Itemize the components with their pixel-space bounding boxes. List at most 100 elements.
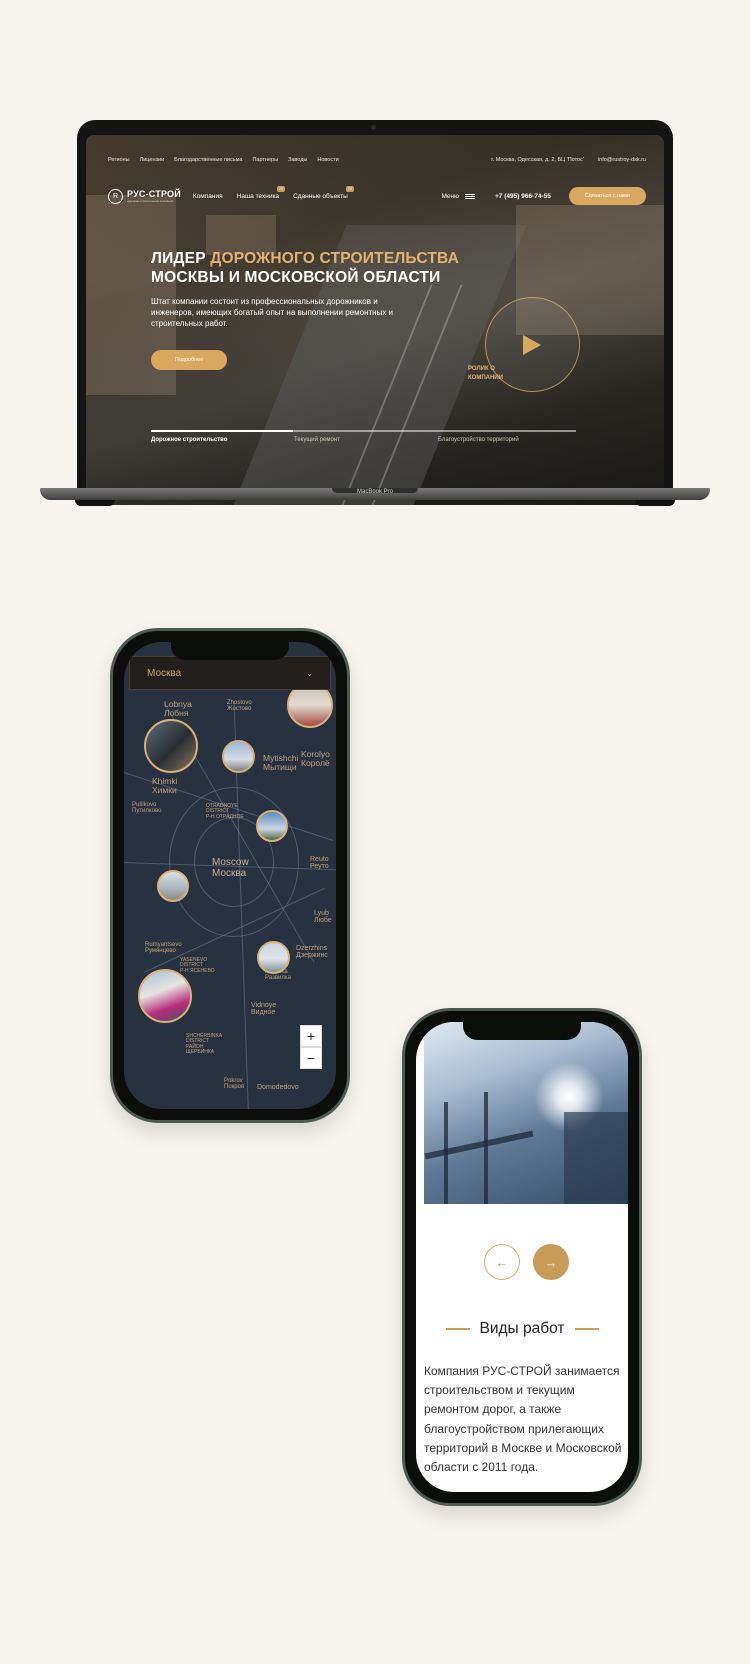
hero-title-white: ЛИДЕР: [151, 250, 211, 267]
map-label-otradnoye: OTRADNOYE DISTRICT Р-Н ОТРАДНОЕ: [206, 803, 244, 820]
section-heading: Виды работ: [416, 1320, 628, 1338]
map-label-khimki: Khimki Химки: [152, 777, 178, 795]
tab-road-construction[interactable]: Дорожное строительство: [151, 437, 227, 443]
map-label-text: Zhostovo Жостово: [227, 700, 252, 713]
map-label-mytishchi: Mytishchi Мытищи: [263, 754, 298, 772]
count-badge: 20: [277, 185, 286, 192]
map-label-text: YASENEVO DISTRICT Р-Н ЯСЕНЕВО: [180, 957, 215, 974]
map-label-text: Mytishchi Мытищи: [263, 753, 299, 772]
top-nav-link[interactable]: Благодарственные письма: [174, 157, 242, 163]
phone-mockup-map: Москва ⌄ Lobnya Лобня Zhostovo Жостово M…: [110, 628, 350, 1123]
map-label-text: Domodedovo: [257, 1084, 299, 1091]
email-link[interactable]: info@rustroy-dsk.ru: [598, 157, 646, 163]
glass-frame: [484, 1092, 488, 1204]
hero-text: Штат компании состоит из профессиональны…: [151, 297, 394, 328]
map-label-text: Reuto Реуто: [310, 856, 329, 871]
map-label-zhostovo: Zhostovo Жостово: [227, 700, 252, 713]
more-button[interactable]: Подробнее: [151, 350, 227, 370]
tab-indicator: [151, 430, 293, 432]
section-text: Компания РУС-СТРОЙ занимается строительс…: [424, 1364, 622, 1474]
map-label-text: Dzerzhins Дзержинс: [296, 945, 328, 960]
video-label[interactable]: РОЛИК О КОМПАНИИ: [468, 365, 518, 382]
map-screen: Москва ⌄ Lobnya Лобня Zhostovo Жостово M…: [124, 642, 336, 1109]
play-icon[interactable]: [523, 335, 541, 355]
phone-mockup-content: ← → Виды работ Компания РУС-СТРОЙ занима…: [402, 1008, 642, 1506]
slider-next-button[interactable]: →: [533, 1244, 569, 1280]
top-nav-link[interactable]: Регионы: [108, 157, 130, 163]
map-label-text: SHCHERBINKA DISTRICT РАЙОН ЩЕРБИНКА: [186, 1033, 223, 1055]
map-label-lyubertsy: Lyub Любе: [314, 910, 332, 925]
main-nav: R РУС-СТРОЙ дорожно-строительная компани…: [108, 185, 646, 207]
glass-frame: [444, 1102, 448, 1204]
logo[interactable]: R РУС-СТРОЙ дорожно-строительная компани…: [108, 188, 181, 204]
slider-image-skyscraper: [424, 1022, 628, 1204]
nav-company[interactable]: Компания: [193, 193, 223, 200]
map-label-moscow: Moscow Москва: [212, 857, 249, 879]
zoom-out-button[interactable]: −: [300, 1047, 322, 1069]
map-label-rumyantsevo: Rumyantsevo Румянцево: [145, 942, 182, 955]
nav-label: Сданные объекты: [293, 192, 348, 200]
laptop-camera: [371, 125, 376, 130]
phone-notch: [171, 642, 289, 660]
nav-label: Наша техника: [236, 192, 280, 200]
tab-indicator: [293, 430, 436, 432]
hero-title-line2: МОСКВЫ И МОСКОВСКОЙ ОБЛАСТИ: [151, 269, 441, 287]
map-label-text: Lobnya Лобня: [164, 699, 192, 718]
map-label-text: Moscow Москва: [212, 857, 249, 879]
slider-prev-button[interactable]: ←: [484, 1244, 520, 1280]
laptop-mockup: Регионы Лицензии Благодарственные письма…: [77, 120, 673, 505]
heading-decoration: [445, 1328, 470, 1330]
map-photo-pin[interactable]: [144, 719, 198, 773]
map-label-vidnoye: Vidnoye Видное: [251, 1002, 276, 1017]
map-label-putilkovo: Putilkovo Путилково: [132, 802, 161, 815]
menu-label[interactable]: Меню: [441, 193, 459, 200]
map-label-text: Pokrov Покров: [224, 1078, 245, 1091]
city-select[interactable]: Москва ⌄: [129, 656, 331, 690]
laptop-foot: [75, 500, 115, 506]
nav-equipment[interactable]: Наша техника 20: [236, 185, 286, 200]
map-label-text: Korolyo Королё: [301, 749, 330, 768]
top-nav-link[interactable]: Партнеры: [252, 157, 278, 163]
map-label-text: Rumyantsevo Румянцево: [145, 942, 182, 955]
tab-current-repair[interactable]: Текущий ремонт: [294, 437, 340, 443]
zoom-in-button[interactable]: +: [300, 1025, 322, 1047]
top-nav: Регионы Лицензии Благодарственные письма…: [108, 157, 646, 163]
map-label-shcherbinka: SHCHERBINKA DISTRICT РАЙОН ЩЕРБИНКА: [186, 1033, 223, 1055]
map-label-reutov: Reuto Реуто: [310, 856, 329, 871]
top-nav-link[interactable]: Новости: [317, 157, 338, 163]
map-label-text: OTRADNOYE DISTRICT Р-Н ОТРАДНОЕ: [206, 803, 244, 820]
map-photo-pin[interactable]: [138, 969, 192, 1023]
map-label-yasenevo: YASENEVO DISTRICT Р-Н ЯСЕНЕВО: [180, 957, 215, 974]
glass-frame: [424, 1130, 534, 1160]
address: г. Москва, Одесская, д. 2, БЦ 'Потос': [491, 157, 584, 163]
laptop-base: MacBook Pro: [40, 488, 710, 500]
phone-notch: [463, 1022, 581, 1040]
logo-name: РУС-СТРОЙ: [127, 188, 181, 199]
nav-completed-objects[interactable]: Сданные объекты 20: [293, 185, 354, 200]
map-photo-pin[interactable]: [157, 870, 189, 902]
map-label-text: Vidnoye Видное: [251, 1002, 277, 1017]
map-label-korolyov: Korolyo Королё: [301, 750, 330, 768]
hamburger-icon[interactable]: [465, 193, 476, 199]
device-label: MacBook Pro: [356, 489, 393, 495]
hero-title: ЛИДЕР ДОРОЖНОГО СТРОИТЕЛЬСТВА МОСКВЫ И М…: [151, 249, 459, 288]
map-photo-pin[interactable]: [256, 810, 288, 842]
hero-title-gold: ДОРОЖНОГО СТРОИТЕЛЬСТВА: [210, 250, 460, 267]
phone-link[interactable]: +7 (495) 966-74-55: [495, 193, 551, 200]
tab-landscaping[interactable]: Благоустройство территорий: [438, 437, 519, 443]
map-label-text: Khimki Химки: [152, 776, 178, 795]
logo-tagline: дорожно-строительная компания: [127, 198, 174, 203]
map-label-dzerzhinsky: Dzerzhins Дзержинс: [296, 945, 328, 960]
tower-facade: [564, 1112, 628, 1204]
contact-button[interactable]: Связаться с нами: [568, 187, 646, 205]
map-photo-pin[interactable]: [222, 740, 255, 773]
section-title: Виды работ: [479, 1320, 565, 1337]
map-label-domodedovo: Domodedovo: [257, 1084, 299, 1091]
top-nav-link[interactable]: Заводы: [288, 157, 307, 163]
tab-indicator: [436, 430, 576, 432]
top-nav-link[interactable]: Лицензии: [140, 157, 165, 163]
map-photo-pin[interactable]: [257, 941, 290, 974]
content-screen: ← → Виды работ Компания РУС-СТРОЙ занима…: [416, 1022, 628, 1492]
map-label-text: Putilkovo Путилково: [132, 802, 162, 815]
heading-decoration: [574, 1328, 599, 1330]
